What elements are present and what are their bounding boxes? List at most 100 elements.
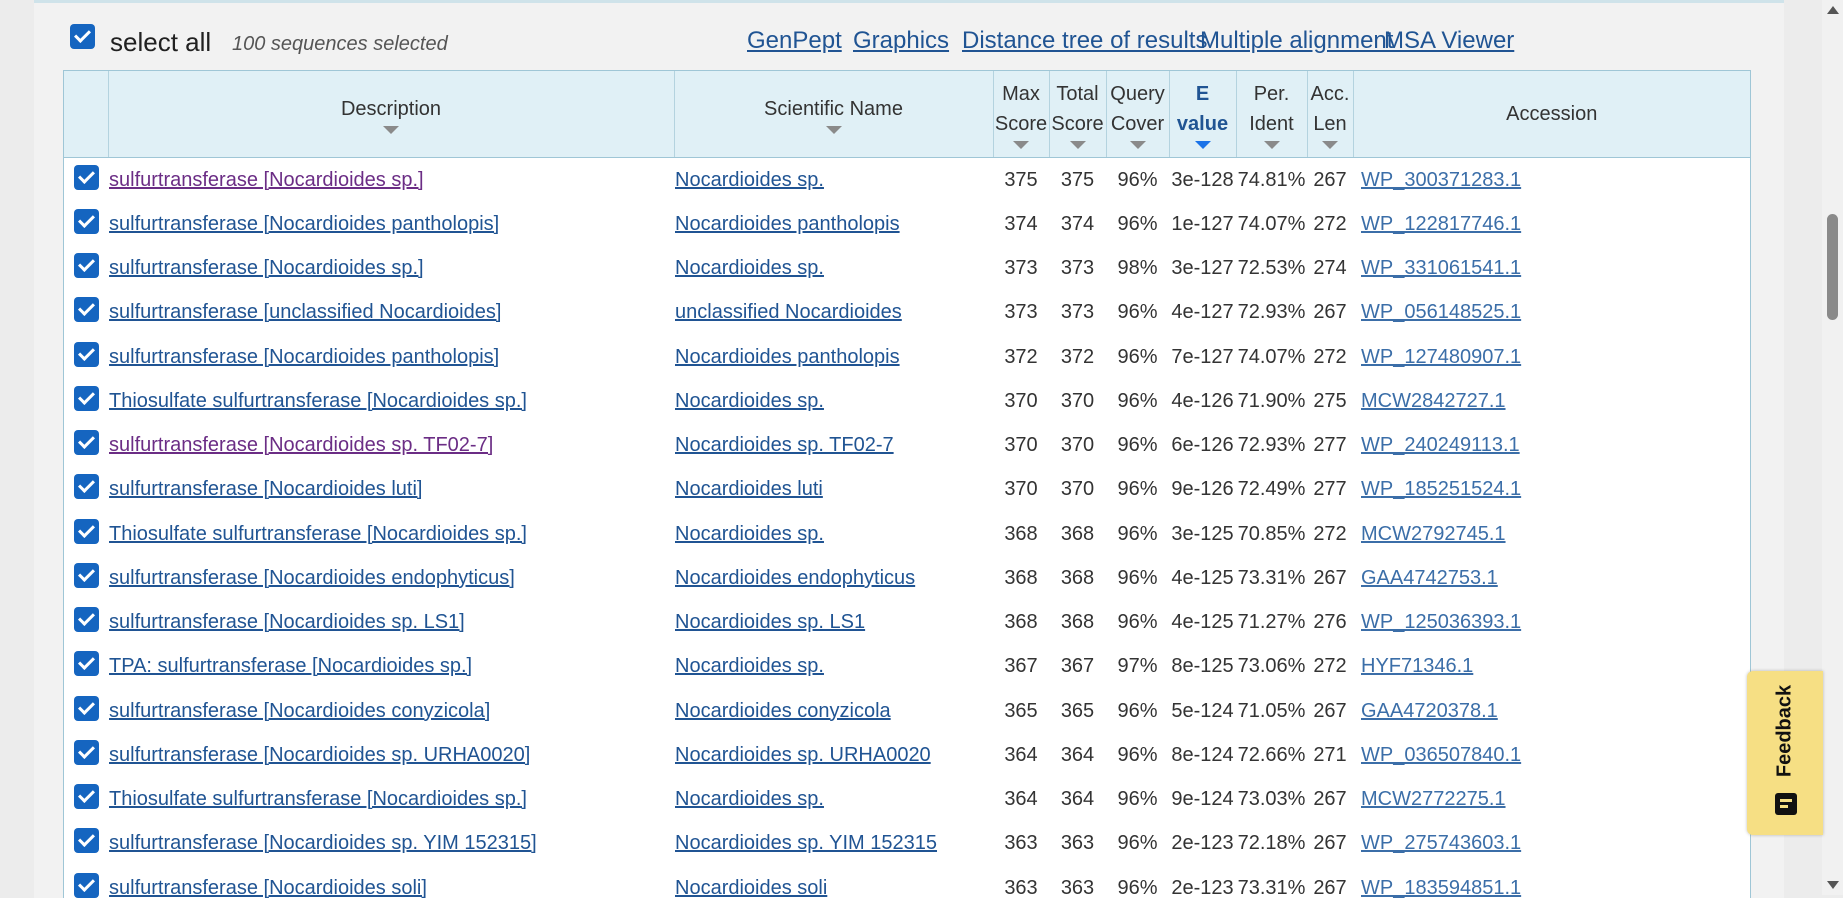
accession-link[interactable]: HYF71346.1	[1361, 655, 1473, 677]
description-link[interactable]: sulfurtransferase [Nocardioides sp. URHA…	[109, 744, 530, 766]
sort-arrow-icon[interactable]	[1013, 141, 1029, 149]
graphics-link[interactable]: Graphics	[853, 27, 949, 55]
sort-arrow-icon[interactable]	[383, 126, 399, 134]
header-per-ident[interactable]: Per.Ident	[1236, 71, 1307, 158]
row-checkbox[interactable]	[74, 740, 99, 765]
description-link[interactable]: sulfurtransferase [Nocardioides sp. YIM …	[109, 832, 537, 854]
header-e-value[interactable]: Evalue	[1169, 71, 1236, 158]
row-checkbox[interactable]	[74, 563, 99, 588]
description-link[interactable]: sulfurtransferase [Nocardioides sp. TF02…	[109, 434, 493, 456]
accession-link[interactable]: WP_300371283.1	[1361, 169, 1521, 191]
header-scientific-name[interactable]: Scientific Name	[674, 71, 993, 158]
accession-link[interactable]: WP_331061541.1	[1361, 257, 1521, 279]
description-cell: sulfurtransferase [Nocardioides sp. TF02…	[108, 424, 674, 468]
row-checkbox[interactable]	[74, 873, 99, 898]
row-checkbox[interactable]	[74, 297, 99, 322]
accession-link[interactable]: WP_125036393.1	[1361, 611, 1521, 633]
scientific-name-link[interactable]: Nocardioides sp.	[675, 788, 824, 810]
row-checkbox[interactable]	[74, 519, 99, 544]
description-link[interactable]: Thiosulfate sulfurtransferase [Nocardioi…	[109, 788, 527, 810]
row-checkbox[interactable]	[74, 209, 99, 234]
scientific-name-link[interactable]: Nocardioides sp. YIM 152315	[675, 832, 937, 854]
sort-arrow-icon[interactable]	[1130, 141, 1146, 149]
accession-link[interactable]: GAA4720378.1	[1361, 700, 1498, 722]
msa-viewer-link[interactable]: MSA Viewer	[1384, 27, 1514, 55]
accession-cell: WP_036507840.1	[1353, 733, 1750, 777]
description-link[interactable]: Thiosulfate sulfurtransferase [Nocardioi…	[109, 523, 527, 545]
row-checkbox[interactable]	[74, 253, 99, 278]
scientific-name-link[interactable]: unclassified Nocardioides	[675, 301, 902, 323]
scroll-down-arrow-icon[interactable]	[1827, 881, 1839, 889]
scrollbar-thumb[interactable]	[1827, 214, 1838, 320]
row-checkbox[interactable]	[74, 386, 99, 411]
sort-arrow-icon[interactable]	[1264, 141, 1280, 149]
scientific-name-link[interactable]: Nocardioides sp.	[675, 257, 824, 279]
accession-link[interactable]: MCW2792745.1	[1361, 523, 1506, 545]
accession-link[interactable]: MCW2772275.1	[1361, 788, 1506, 810]
row-checkbox[interactable]	[74, 696, 99, 721]
select-all-checkbox[interactable]	[70, 24, 95, 49]
row-checkbox[interactable]	[74, 165, 99, 190]
scientific-name-link[interactable]: Nocardioides pantholopis	[675, 346, 900, 368]
description-link[interactable]: sulfurtransferase [Nocardioides sp.]	[109, 257, 424, 279]
sort-arrow-active-icon[interactable]	[1195, 141, 1211, 149]
row-checkbox[interactable]	[74, 784, 99, 809]
scroll-up-arrow-icon[interactable]	[1827, 6, 1839, 14]
row-checkbox[interactable]	[74, 651, 99, 676]
max-score-cell: 370	[993, 468, 1049, 512]
header-description[interactable]: Description	[108, 71, 674, 158]
scientific-name-link[interactable]: Nocardioides sp.	[675, 169, 824, 191]
scientific-name-link[interactable]: Nocardioides sp.	[675, 390, 824, 412]
row-checkbox[interactable]	[74, 342, 99, 367]
header-query-cover-line2: Cover	[1111, 113, 1164, 135]
row-select-cell	[64, 247, 108, 291]
scientific-name-link[interactable]: Nocardioides sp. URHA0020	[675, 744, 931, 766]
header-total-score[interactable]: TotalScore	[1049, 71, 1106, 158]
scientific-name-link[interactable]: Nocardioides sp.	[675, 523, 824, 545]
row-checkbox[interactable]	[74, 474, 99, 499]
row-checkbox[interactable]	[74, 430, 99, 455]
sort-arrow-icon[interactable]	[1322, 141, 1338, 149]
scientific-name-link[interactable]: Nocardioides conyzicola	[675, 700, 891, 722]
description-link[interactable]: sulfurtransferase [Nocardioides sp.]	[109, 169, 424, 191]
accession-link[interactable]: WP_122817746.1	[1361, 213, 1521, 235]
description-link[interactable]: sulfurtransferase [Nocardioides pantholo…	[109, 346, 499, 368]
description-link[interactable]: Thiosulfate sulfurtransferase [Nocardioi…	[109, 390, 527, 412]
description-link[interactable]: sulfurtransferase [Nocardioides luti]	[109, 478, 422, 500]
header-query-cover[interactable]: QueryCover	[1106, 71, 1169, 158]
row-checkbox[interactable]	[74, 607, 99, 632]
scientific-name-link[interactable]: Nocardioides sp. TF02-7	[675, 434, 894, 456]
description-link[interactable]: sulfurtransferase [Nocardioides conyzico…	[109, 700, 490, 722]
scientific-name-link[interactable]: Nocardioides endophyticus	[675, 567, 915, 589]
genpept-link[interactable]: GenPept	[747, 27, 842, 55]
accession-link[interactable]: WP_127480907.1	[1361, 346, 1521, 368]
description-link[interactable]: sulfurtransferase [unclassified Nocardio…	[109, 301, 501, 323]
description-link[interactable]: sulfurtransferase [Nocardioides sp. LS1]	[109, 611, 465, 633]
row-checkbox[interactable]	[74, 828, 99, 853]
accession-link[interactable]: WP_036507840.1	[1361, 744, 1521, 766]
accession-link[interactable]: WP_275743603.1	[1361, 832, 1521, 854]
e-value-cell: 3e-127	[1169, 247, 1236, 291]
accession-link[interactable]: GAA4742753.1	[1361, 567, 1498, 589]
scientific-name-link[interactable]: Nocardioides pantholopis	[675, 213, 900, 235]
scientific-name-link[interactable]: Nocardioides luti	[675, 478, 823, 500]
scientific-name-link[interactable]: Nocardioides sp. LS1	[675, 611, 865, 633]
header-max-score[interactable]: MaxScore	[993, 71, 1049, 158]
sort-arrow-icon[interactable]	[1070, 141, 1086, 149]
distance-tree-link[interactable]: Distance tree of results	[962, 27, 1207, 55]
accession-link[interactable]: WP_240249113.1	[1361, 434, 1520, 456]
scientific-name-link[interactable]: Nocardioides sp.	[675, 655, 824, 677]
header-max-score-line1: Max	[1002, 83, 1040, 105]
description-link[interactable]: sulfurtransferase [Nocardioides pantholo…	[109, 213, 499, 235]
select-all-label[interactable]: select all	[110, 27, 211, 58]
vertical-scrollbar[interactable]	[1822, 0, 1843, 895]
description-link[interactable]: sulfurtransferase [Nocardioides endophyt…	[109, 567, 515, 589]
accession-link[interactable]: WP_185251524.1	[1361, 478, 1521, 500]
feedback-button[interactable]: Feedback	[1747, 671, 1823, 835]
accession-link[interactable]: WP_056148525.1	[1361, 301, 1521, 323]
description-link[interactable]: TPA: sulfurtransferase [Nocardioides sp.…	[109, 655, 472, 677]
multiple-alignment-link[interactable]: Multiple alignment	[1200, 27, 1393, 55]
header-acc-len[interactable]: Acc.Len	[1307, 71, 1353, 158]
sort-arrow-icon[interactable]	[826, 126, 842, 134]
accession-link[interactable]: MCW2842727.1	[1361, 390, 1506, 412]
